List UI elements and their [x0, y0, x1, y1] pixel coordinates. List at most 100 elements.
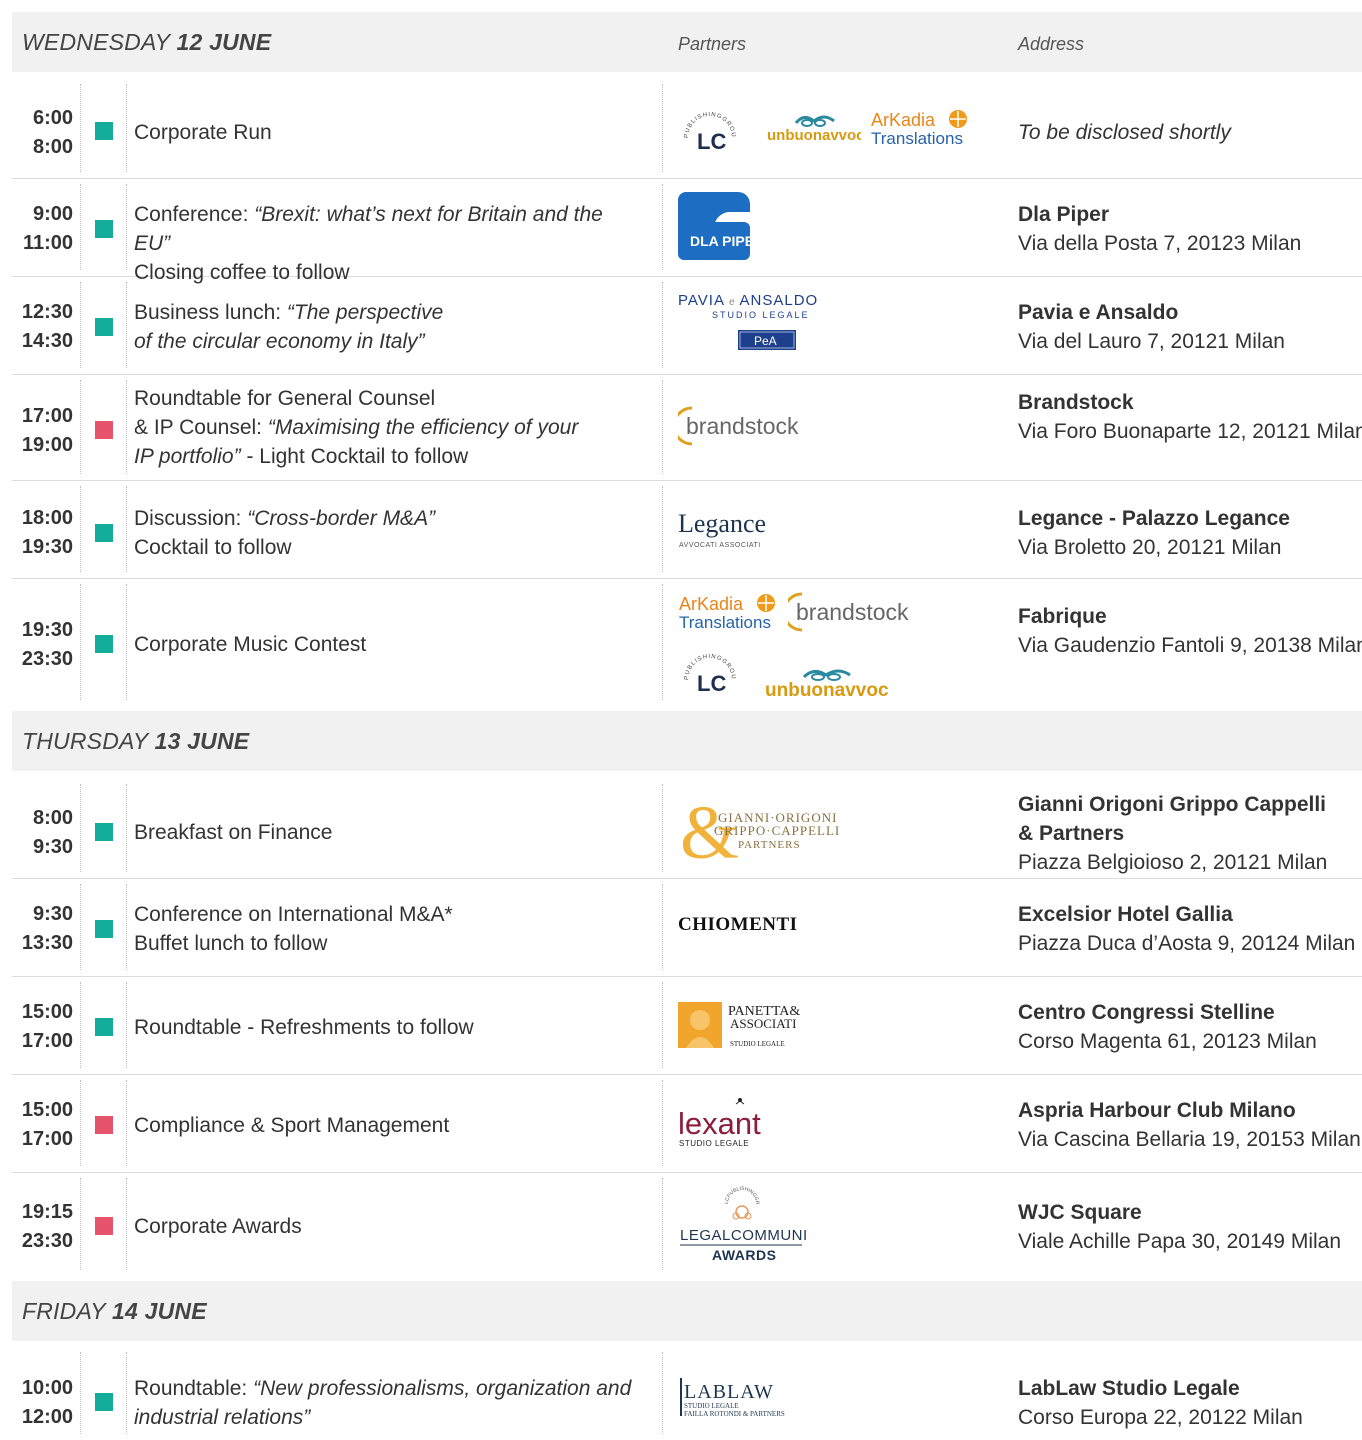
- partner-logos: PUBLISHINGGROUPLC unbuonavvocato ArKadia…: [676, 100, 1006, 154]
- day-header-friday: FRIDAY 14 JUNE: [12, 1281, 1362, 1341]
- pavia-ansaldo-logo: PAVIA e ANSALDO STUDIO LEGALE PeA: [678, 290, 858, 361]
- partner-logos: PANETTA& ASSOCIATI STUDIO LEGALE: [676, 1000, 1006, 1050]
- event-title: Corporate Run: [134, 121, 272, 144]
- gianni-origoni-logo: & GIANNI·ORIGONI GRIPPO·CAPPELLI PARTNERS: [680, 791, 850, 875]
- svg-text:unbuonavvocato: unbuonavvocato: [767, 127, 861, 144]
- chiomenti-logo: CHIOMENTI: [678, 914, 798, 935]
- day-title: THURSDAY 13 JUNE: [22, 728, 250, 754]
- svg-text:PARTNERS: PARTNERS: [738, 839, 801, 851]
- event-title: Conference on International M&A* Buffet l…: [134, 903, 453, 955]
- lc-publishing-logo: PUBLISHINGGROUPLC: [677, 100, 740, 154]
- category-marker: [95, 318, 113, 336]
- schedule-row: 9:30 13:30 Conference on International M&…: [12, 878, 1362, 977]
- svg-text:LEGALCOMMUNITY: LEGALCOMMUNITY: [680, 1227, 808, 1244]
- svg-text:ArKadia: ArKadia: [871, 110, 936, 130]
- svg-text:PeA: PeA: [754, 334, 777, 348]
- address-cell: Brandstock Via Foro Buonaparte 12, 20121 …: [1018, 391, 1362, 443]
- time-range: 9:30 13:30: [21, 903, 73, 954]
- address-cell: Dla Piper Via della Posta 7, 20123 Milan: [1018, 203, 1302, 255]
- day-header-thursday: THURSDAY 13 JUNE: [12, 711, 1362, 771]
- lablaw-logo: LABLAW STUDIO LEGALE FAILLA ROTONDI & PART…: [678, 1376, 848, 1425]
- category-marker: [95, 524, 113, 542]
- schedule-row: 15:00 17:00 Compliance & Sport Management…: [12, 1074, 1362, 1173]
- unbuonavvocato-logo: unbuonavvocato: [764, 668, 917, 705]
- address-cell: Centro Congressi Stelline Corso Magenta 6…: [1018, 1001, 1317, 1053]
- svg-text:Translations: Translations: [679, 613, 771, 632]
- svg-text:brandstock: brandstock: [686, 413, 799, 439]
- svg-text:STUDIO LEGALE: STUDIO LEGALE: [730, 1040, 785, 1048]
- svg-text:LCPUBLISHINGGROUP: LCPUBLISHINGGROUP: [678, 1186, 760, 1205]
- category-marker: [95, 823, 113, 841]
- svg-text:unbuonavvocato: unbuonavvocato: [765, 680, 889, 700]
- svg-text:AVVOCATI ASSOCIATI: AVVOCATI ASSOCIATI: [679, 542, 761, 549]
- svg-text:LABLAW: LABLAW: [684, 1381, 774, 1403]
- partner-logos: brandstock: [672, 404, 1006, 448]
- event-title: Roundtable - Refreshments to follow: [134, 1016, 474, 1039]
- category-marker: [95, 1018, 113, 1036]
- svg-text:STUDIO LEGALE: STUDIO LEGALE: [684, 1402, 739, 1410]
- address-cell: WJC Square Viale Achille Papa 30, 20149 M…: [1018, 1201, 1342, 1253]
- schedule-row: 19:15 23:30 Corporate Awards LCPUBLISHING…: [12, 1172, 1362, 1276]
- partner-logos: lexant STUDIO LEGALE: [676, 1094, 1006, 1148]
- schedule-row: 9:00 11:00 Conference: “Brexit: what’s ne…: [12, 178, 1362, 284]
- svg-text:STUDIO LEGALE: STUDIO LEGALE: [712, 310, 810, 320]
- schedule-row: 15:00 17:00 Roundtable - Refreshments to …: [12, 976, 1362, 1075]
- partner-logos: DLA PIPER: [676, 192, 1006, 262]
- time-range: 8:00 9:30: [32, 807, 73, 858]
- schedule-row: 19:30 23:30 Corporate Music Contest ArKad…: [12, 578, 1362, 706]
- schedule-row: 10:00 12:00 Roundtable: “New professional…: [12, 1346, 1362, 1440]
- time-range: 15:00 17:00: [21, 1001, 73, 1052]
- partner-logos: LABLAW STUDIO LEGALE FAILLA ROTONDI & PART…: [676, 1376, 1006, 1420]
- address-cell: Legance - Palazzo Legance Via Broletto 20…: [1018, 507, 1290, 559]
- svg-text:FAILLA ROTONDI & PARTNERS: FAILLA ROTONDI & PARTNERS: [684, 1410, 785, 1418]
- event-title: Corporate Music Contest: [134, 633, 367, 656]
- address-cell: Gianni Origoni Grippo Cappelli & Partners…: [1018, 793, 1328, 874]
- category-marker: [95, 220, 113, 238]
- brandstock-logo: brandstock: [782, 590, 918, 639]
- unbuonavvocato-logo: unbuonavvocato: [766, 114, 887, 149]
- svg-text:STUDIO LEGALE: STUDIO LEGALE: [679, 1139, 749, 1148]
- address-cell: Excelsior Hotel Gallia Piazza Duca d’Aost…: [1018, 903, 1356, 955]
- partner-logos: Legance AVVOCATI ASSOCIATI: [676, 506, 1006, 550]
- arkadia-translations-logo: ArKadia Translations: [870, 108, 975, 153]
- svg-text:ArKadia: ArKadia: [679, 594, 744, 614]
- time-range: 19:15 23:30: [21, 1201, 73, 1252]
- time-range: 12:30 14:30: [21, 301, 73, 352]
- time-range: 18:00 19:30: [21, 507, 73, 558]
- legance-logo: Legance AVVOCATI ASSOCIATI: [678, 506, 788, 555]
- dla-piper-logo: DLA PIPER: [678, 192, 798, 265]
- lc-publishing-logo: PUBLISHINGGROUPLC: [677, 642, 740, 696]
- svg-text:GRIPPO·CAPPELLI: GRIPPO·CAPPELLI: [714, 823, 840, 838]
- schedule-row: 8:00 9:30 Breakfast on Finance & GIANNI·OR…: [12, 778, 1362, 879]
- partner-logos: LCPUBLISHINGGROUP LEGALCOMMUNITY AWARDS: [676, 1182, 1006, 1266]
- svg-text:lexant: lexant: [678, 1106, 761, 1141]
- time-range: 19:30 23:30: [21, 619, 73, 670]
- svg-text:LC: LC: [697, 129, 726, 154]
- partner-logos: PAVIA e ANSALDO STUDIO LEGALE PeA: [676, 290, 1006, 356]
- category-marker: [95, 635, 113, 653]
- schedule-row: 6:008:00 Corporate Run PUBLISHINGGROUPLC…: [12, 78, 1362, 179]
- schedule-row: 17:00 19:00 Roundtable for General Counse…: [12, 374, 1362, 481]
- event-title: Breakfast on Finance: [134, 821, 333, 844]
- time-range: 9:00 11:00: [22, 203, 73, 254]
- brandstock-logo: brandstock: [672, 404, 808, 453]
- event-title: Roundtable: “New professionalisms, organ…: [134, 1377, 632, 1429]
- svg-text:ASSOCIATI: ASSOCIATI: [730, 1016, 796, 1031]
- svg-text:LC: LC: [697, 671, 726, 696]
- event-title: Corporate Awards: [134, 1215, 302, 1238]
- category-marker: [95, 1217, 113, 1235]
- event-title: Business lunch: “The perspective of the c…: [134, 301, 444, 353]
- schedule-row: 18:00 19:30 Discussion: “Cross-border M&A…: [12, 480, 1362, 579]
- event-title: Roundtable for General Counsel & IP Couns…: [134, 387, 579, 468]
- time-range: 10:00 12:00: [21, 1377, 73, 1428]
- partner-logos: CHIOMENTI: [676, 914, 1006, 940]
- category-marker: [95, 1116, 113, 1134]
- address-cell: LabLaw Studio Legale Corso Europa 22, 201…: [1018, 1377, 1303, 1429]
- category-marker: [95, 920, 113, 938]
- day-title: FRIDAY 14 JUNE: [22, 1298, 207, 1324]
- address-cell: Fabrique Via Gaudenzio Fantoli 9, 20138 M…: [1018, 605, 1362, 657]
- address-cell: Aspria Harbour Club Milano Via Cascina Be…: [1018, 1099, 1361, 1151]
- day-header-wednesday: WEDNESDAY 12 JUNE Partners Address: [12, 12, 1362, 72]
- category-marker: [95, 122, 113, 140]
- event-title: Compliance & Sport Management: [134, 1114, 450, 1137]
